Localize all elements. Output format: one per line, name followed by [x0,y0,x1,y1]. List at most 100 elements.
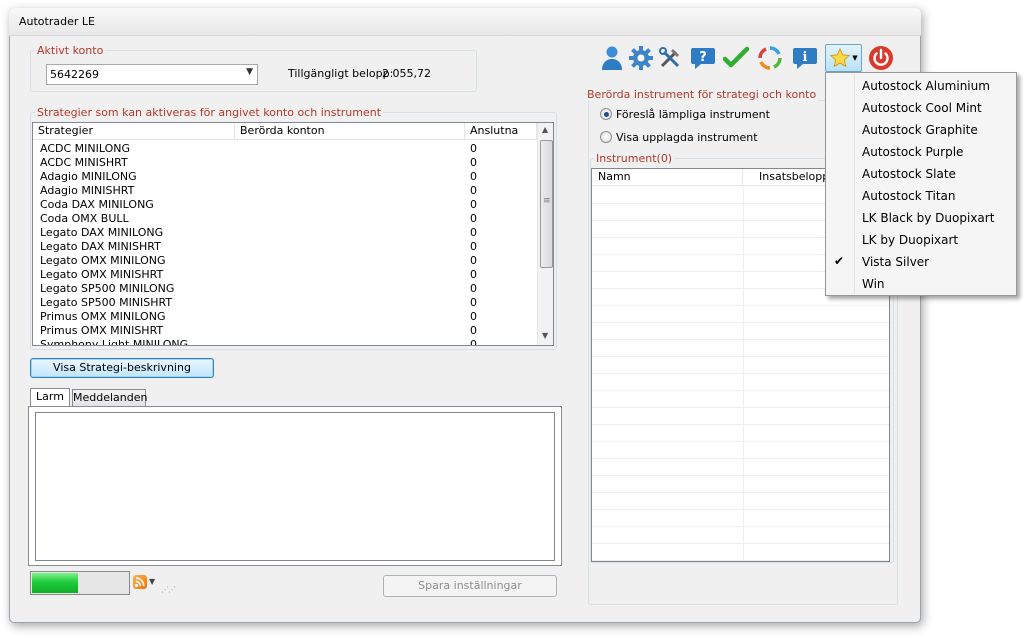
connected-cell: 0 [470,142,477,155]
column-header-strategies[interactable]: Strategier [33,123,235,140]
power-icon[interactable] [867,44,895,72]
table-row[interactable]: Legato SP500 MINILONG 0 [33,282,537,296]
theme-menu-item[interactable]: Autostock Cool Mint [826,97,1016,119]
strategies-legend: Strategier som kan aktiveras för angivet… [35,106,384,119]
theme-menu-item[interactable]: Autostock Graphite [826,119,1016,141]
table-row[interactable]: Legato DAX MINILONG 0 [33,226,537,240]
strategy-name-cell: Adagio MINILONG [40,170,137,183]
grid-line [592,560,889,561]
grid-line [592,441,889,442]
strategy-name-cell: Legato SP500 MINILONG [40,282,175,295]
connected-cell: 0 [470,310,477,323]
rss-icon[interactable] [133,575,147,589]
grid-line [592,424,889,425]
account-combobox-value: 5642269 [50,68,99,81]
column-header-accounts[interactable]: Berörda konton [235,123,465,140]
svg-text:i: i [803,50,808,65]
accounts-cell [242,310,467,324]
theme-menu-item[interactable]: Win [826,273,1016,295]
radio-suggest-label[interactable]: Föreslå lämpliga instrument [616,108,770,121]
strategy-name-cell: Adagio MINISHRT [40,184,135,197]
table-row[interactable]: Adagio MINILONG 0 [33,170,537,184]
instrument-list-legend: Instrument(0) [594,152,675,165]
scroll-down-icon[interactable]: ▼ [542,331,548,340]
accounts-cell [242,324,467,338]
theme-menu-item[interactable]: ✔ Vista Silver [826,251,1016,273]
theme-menu-item[interactable]: Autostock Slate [826,163,1016,185]
column-header-connected[interactable]: Anslutna [465,123,537,140]
table-row[interactable]: ACDC MINISHRT 0 [33,156,537,170]
theme-menu: Autostock Aluminium Autostock Cool Mint Au… [825,72,1017,296]
rss-dropdown-icon[interactable]: ▼ [149,577,155,586]
checkmark-icon[interactable] [722,44,750,72]
table-row[interactable]: Legato DAX MINISHRT 0 [33,240,537,254]
radio-show-label[interactable]: Visa upplagda instrument [616,131,758,144]
table-row[interactable]: Legato OMX MINISHRT 0 [33,268,537,282]
strategy-name-cell: Legato SP500 MINISHRT [40,296,173,309]
grid-line [592,458,889,459]
grid-line [592,543,889,544]
grid-line [592,356,889,357]
help-icon[interactable]: ? [689,44,717,72]
chevron-down-icon[interactable]: ▼ [246,67,253,77]
tab-alarm[interactable]: Larm [30,388,70,407]
strategy-name-cell: Coda OMX BULL [40,212,129,225]
save-settings-button[interactable]: Spara inställningar [383,575,557,597]
table-row[interactable]: Legato OMX MINILONG 0 [33,254,537,268]
strategy-name-cell: Primus OMX MINISHRT [40,324,164,337]
theme-menu-item[interactable]: LK by Duopixart [826,229,1016,251]
connected-cell: 0 [470,156,477,169]
radio-selected-dot [604,112,609,117]
accounts-cell [242,268,467,282]
strategy-name-cell: Symphony Light MINILONG [40,338,189,346]
table-row[interactable]: Primus OMX MINISHRT 0 [33,324,537,338]
radio-suggest-instruments[interactable] [600,108,612,120]
grid-line [592,305,889,306]
alarm-panel [28,406,562,566]
table-row[interactable]: ACDC MINILONG 0 [33,142,537,156]
account-combobox[interactable]: 5642269 ▼ [46,64,258,85]
theme-menu-item[interactable]: Autostock Purple [826,141,1016,163]
scroll-thumb[interactable]: ≡ [540,140,553,268]
radio-show-instruments[interactable] [600,131,612,143]
balance-label: Tillgängligt belopp: [288,67,394,80]
connected-cell: 0 [470,226,477,239]
scroll-up-icon[interactable]: ▲ [542,125,548,134]
user-icon[interactable] [598,44,626,72]
theme-menu-item-label: Win [862,277,885,291]
resize-grip-icon[interactable]: ⋰⋰ [161,585,176,594]
theme-menu-item-label: Autostock Aluminium [862,79,990,93]
strategies-scrollbar[interactable]: ▲ ≡ ▼ [537,123,553,345]
theme-menu-item[interactable]: Autostock Titan [826,185,1016,207]
strategies-list[interactable]: Strategier Berörda konton Anslutna ACDC … [32,122,554,346]
table-row[interactable]: Primus OMX MINILONG 0 [33,310,537,324]
theme-menu-item[interactable]: LK Black by Duopixart [826,207,1016,229]
title-bar[interactable] [9,8,921,36]
accounts-cell [242,142,467,156]
tools-icon[interactable] [656,44,684,72]
table-row[interactable]: Coda OMX BULL 0 [33,212,537,226]
alarm-textarea[interactable] [35,412,555,561]
grid-line [592,492,889,493]
theme-menu-item[interactable]: Autostock Aluminium [826,75,1016,97]
settings-gear-icon[interactable] [627,44,655,72]
refresh-icon[interactable] [756,44,784,72]
info-icon[interactable]: i [791,44,819,72]
show-strategy-description-button[interactable]: Visa Strategi-beskrivning [30,358,214,378]
table-row[interactable]: Coda DAX MINILONG 0 [33,198,537,212]
connected-cell: 0 [470,212,477,225]
table-row[interactable]: Adagio MINISHRT 0 [33,184,537,198]
theme-menu-item-label: LK Black by Duopixart [862,211,995,225]
table-row[interactable]: Legato SP500 MINISHRT 0 [33,296,537,310]
connected-cell: 0 [470,198,477,211]
table-row[interactable]: Symphony Light MINILONG 0 [33,338,537,346]
theme-star-icon[interactable]: ▼ [825,44,862,72]
theme-menu-item-label: Autostock Cool Mint [862,101,982,115]
strategy-name-cell: ACDC MINISHRT [40,156,128,169]
connected-cell: 0 [470,296,477,309]
tab-messages[interactable]: Meddelanden [72,389,147,406]
progress-bar [30,571,130,595]
column-header-name[interactable]: Namn [592,169,743,186]
connected-cell: 0 [470,324,477,337]
theme-menu-item-label: Autostock Graphite [862,123,978,137]
